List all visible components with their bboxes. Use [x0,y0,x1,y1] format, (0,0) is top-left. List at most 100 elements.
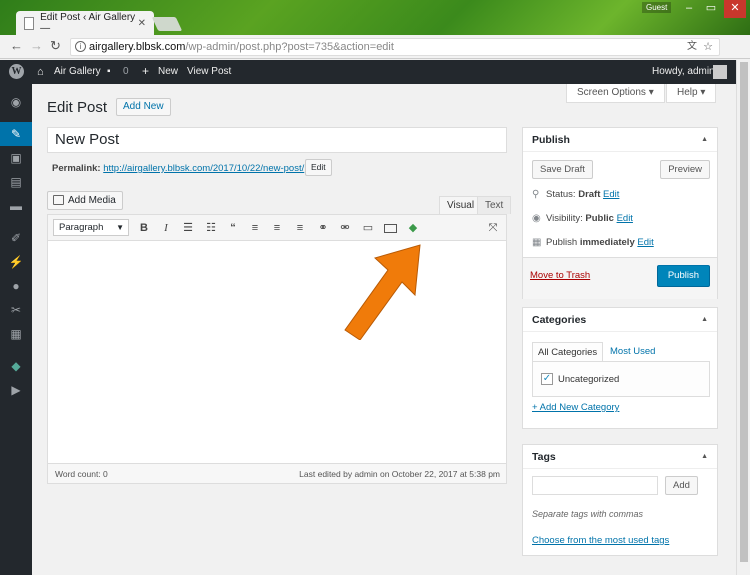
add-new-button[interactable]: Add New [116,98,171,116]
screen-options-button[interactable]: Screen Options ▾ [566,84,665,103]
gallery-plugin-icon[interactable]: ◆ [405,220,421,236]
settings-icon[interactable]: ▦ [0,322,32,346]
close-tab-icon[interactable]: ✕ [138,18,146,29]
bold-icon[interactable]: B [136,220,152,236]
collapse-icon[interactable]: ▲ [701,445,708,469]
format-select[interactable]: Paragraph ▼ [53,219,129,236]
link-icon[interactable]: ⚭ [315,220,331,236]
browser-tab[interactable]: Edit Post ‹ Air Gallery — ✕ [16,11,154,35]
chevron-down-icon: ▼ [116,223,124,232]
toolbar-toggle-icon[interactable] [384,224,397,233]
plus-icon[interactable]: + [142,64,149,78]
align-center-icon[interactable]: ≡ [269,220,285,236]
maximize-icon[interactable]: ▭ [700,0,722,18]
read-more-icon[interactable]: ▭ [360,220,376,236]
site-name-link[interactable]: Air Gallery [54,66,101,77]
comments-icon[interactable]: ▪ [107,66,111,77]
tag-input[interactable] [532,476,658,495]
minimize-icon[interactable]: – [678,0,700,18]
tab-text[interactable]: Text [477,196,512,214]
add-new-category-link[interactable]: + Add New Category [532,402,619,413]
move-to-trash-link[interactable]: Move to Trash [530,270,590,281]
align-right-icon[interactable]: ≡ [292,220,308,236]
tab-most-used[interactable]: Most Used [605,342,660,362]
blockquote-icon[interactable]: “ [225,220,241,236]
plugins-icon[interactable]: ⚡ [0,250,32,274]
status-label: Status: [546,189,576,200]
new-content-link[interactable]: New [158,66,178,77]
pages-icon[interactable]: ▤ [0,170,32,194]
publish-box-header[interactable]: Publish ▲ [523,128,717,152]
list-item[interactable]: ✓ Uncategorized [541,373,619,385]
home-icon[interactable]: ⌂ [37,66,44,78]
checkbox-checked[interactable]: ✓ [541,373,553,385]
add-media-button[interactable]: Add Media [47,191,123,210]
pin-icon: ⚲ [532,189,540,200]
permalink-url[interactable]: http://airgallery.blbsk.com/2017/10/22/n… [103,163,304,174]
fullscreen-icon[interactable]: ⤧ [485,220,501,236]
category-label: Uncategorized [558,373,620,385]
italic-icon[interactable]: I [158,220,174,236]
collapse-icon[interactable]: ▲ [701,128,708,152]
align-left-icon[interactable]: ≡ [247,220,263,236]
bullet-list-icon[interactable]: ☰ [180,220,196,236]
categories-title: Categories [532,314,587,326]
editor-toolbar: Paragraph ▼ B I ☰ ☷ “ ≡ ≡ ≡ ⚭ ⚮ ▭ ◆ ⤧ [48,215,506,241]
scrollbar-thumb[interactable] [740,62,748,562]
schedule-edit-link[interactable]: Edit [637,237,653,248]
help-button[interactable]: Help ▾ [666,84,717,103]
gallery-plugin-icon[interactable]: ◆ [0,354,32,378]
tools-wrench-icon[interactable]: ✂ [0,298,32,322]
unlink-icon[interactable]: ⚮ [337,220,353,236]
forward-icon[interactable]: → [30,39,43,53]
add-media-label: Add Media [68,195,116,206]
tab-visual[interactable]: Visual [439,196,483,214]
profile-badge[interactable]: Guest [642,2,672,13]
add-tag-button[interactable]: Add [665,476,698,495]
reload-icon[interactable]: ↻ [50,39,61,53]
collapse-icon[interactable]: ▲ [701,308,708,332]
status-value: Draft [578,189,601,200]
publish-button[interactable]: Publish [656,265,710,287]
translate-icon[interactable]: 文 [687,39,697,55]
editor-statusbar: Word count: 0 Last edited by admin on Oc… [48,463,506,483]
content-editor[interactable]: Paragraph ▼ B I ☰ ☷ “ ≡ ≡ ≡ ⚭ ⚮ ▭ ◆ ⤧ Wo… [47,214,507,484]
choose-tags-link[interactable]: Choose from the most used tags [532,535,669,546]
wordpress-logo-icon[interactable]: W [9,64,24,79]
comments-count[interactable]: 0 [123,66,129,77]
appearance-brush-icon[interactable]: ✐ [0,226,32,250]
close-window-icon[interactable]: ✕ [724,0,746,18]
comments-menu-icon[interactable]: ▬ [0,194,32,218]
media-icon[interactable]: ▣ [0,146,32,170]
preview-button[interactable]: Preview [660,160,710,179]
star-icon[interactable]: ☆ [703,39,713,55]
new-tab-button[interactable] [151,17,183,31]
avatar[interactable] [713,65,727,79]
collapse-menu-icon[interactable]: ▶ [0,378,32,402]
dashboard-icon[interactable]: ◉ [0,90,32,114]
categories-box-header[interactable]: Categories ▲ [523,308,717,332]
category-tabs: All Categories Most Used [532,342,710,362]
howdy-account[interactable]: Howdy, admin [652,66,715,77]
eye-icon: ◉ [532,213,541,224]
tab-all-categories[interactable]: All Categories [532,342,604,362]
view-post-link[interactable]: View Post [187,66,231,77]
save-draft-button[interactable]: Save Draft [532,160,593,179]
posts-pin-icon[interactable]: ✎ [0,122,32,146]
publish-box-title: Publish [532,134,570,146]
url-host: airgallery.blbsk.com [89,41,186,53]
back-icon[interactable]: ← [10,39,23,53]
info-icon[interactable]: i [75,41,86,52]
permalink-edit-button[interactable]: Edit [305,159,332,176]
visibility-edit-link[interactable]: Edit [617,213,633,224]
page-scrollbar[interactable] [736,60,750,575]
page-icon [24,16,35,30]
numbered-list-icon[interactable]: ☷ [203,220,219,236]
status-edit-link[interactable]: Edit [603,189,619,200]
post-title-input[interactable]: New Post [47,127,507,153]
users-icon[interactable]: ● [0,274,32,298]
tags-box-header[interactable]: Tags ▲ [523,445,717,469]
url-input[interactable]: i airgallery.blbsk.com/wp-admin/post.php… [70,38,720,56]
publish-box: Publish ▲ Save Draft Preview ⚲ Status: Dra… [522,127,718,299]
status-row: ⚲ Status: Draft Edit [532,189,619,200]
